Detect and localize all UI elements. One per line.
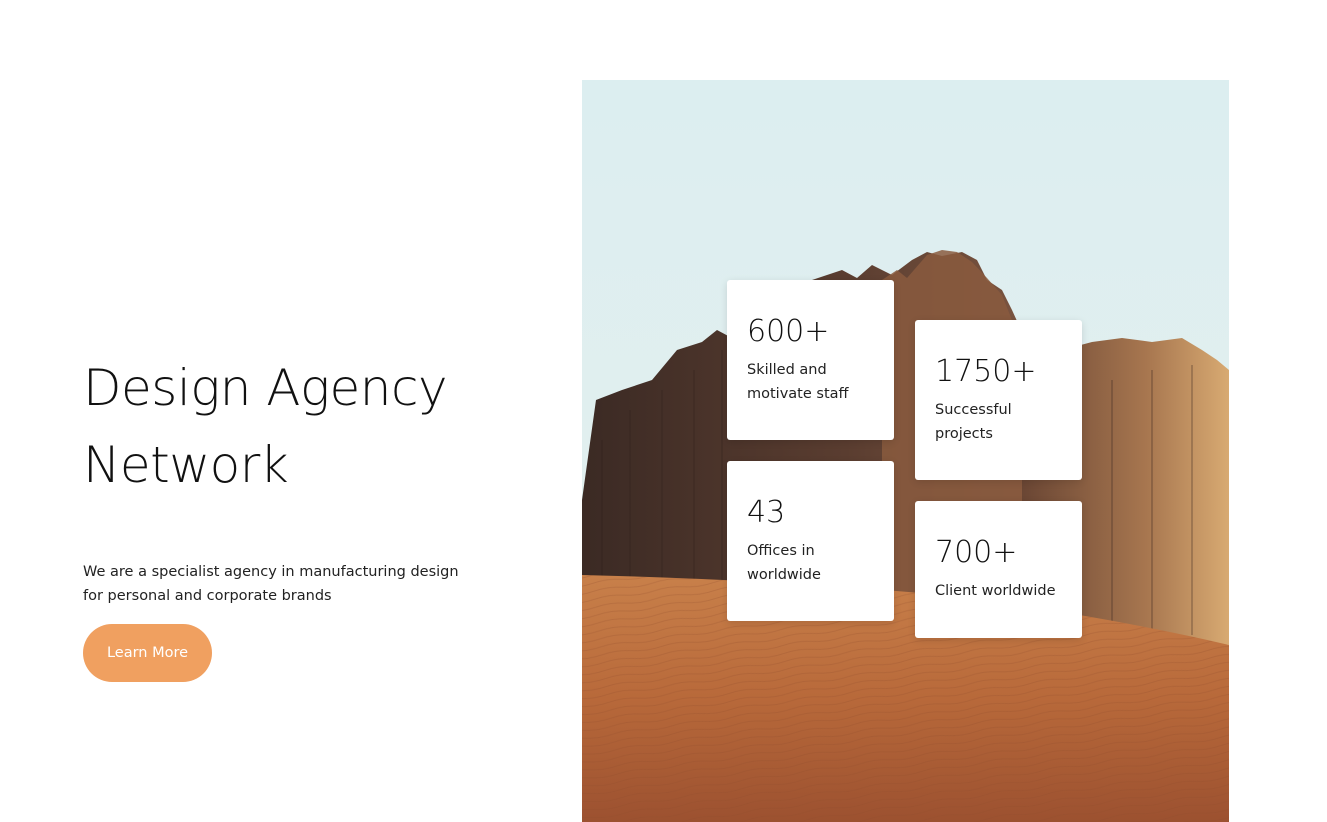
desert-landscape-image (582, 80, 1229, 822)
stat-value: 600+ (747, 314, 830, 349)
hero-description: We are a specialist agency in manufactur… (83, 564, 459, 604)
stat-card-projects: 1750+ Successful projects (915, 320, 1082, 480)
stat-label-line-2: worldwide (747, 567, 821, 583)
learn-more-button[interactable]: Learn More (83, 624, 212, 682)
stat-label: Client worldwide (935, 579, 1062, 603)
stat-label-line-2: motivate staff (747, 386, 849, 402)
stat-label: Skilled and motivate staff (747, 358, 874, 406)
hero-title-line-1: Design Agency (83, 359, 448, 417)
stat-label: Offices in worldwide (747, 539, 874, 587)
stat-card-offices: 43 Offices in worldwide (727, 461, 894, 621)
stat-card-staff: 600+ Skilled and motivate staff (727, 280, 894, 440)
hero-title-line-2: Network (83, 436, 289, 494)
stat-label-line-1: Offices in (747, 543, 815, 559)
stat-value: 1750+ (935, 354, 1037, 389)
stat-label: Successful projects (935, 398, 1062, 446)
stat-label-line-1: Successful (935, 402, 1012, 418)
stat-label-line-1: Skilled and (747, 362, 827, 378)
stat-label-line-1: Client worldwide (935, 583, 1056, 599)
stat-card-clients: 700+ Client worldwide (915, 501, 1082, 638)
hero-title: Design Agency Network (83, 350, 523, 504)
hero-image (582, 80, 1229, 822)
stat-value: 43 (747, 495, 786, 530)
page: Design Agency Network We are a specialis… (0, 0, 1327, 822)
stat-value: 700+ (935, 535, 1018, 570)
stat-label-line-2: projects (935, 426, 993, 442)
